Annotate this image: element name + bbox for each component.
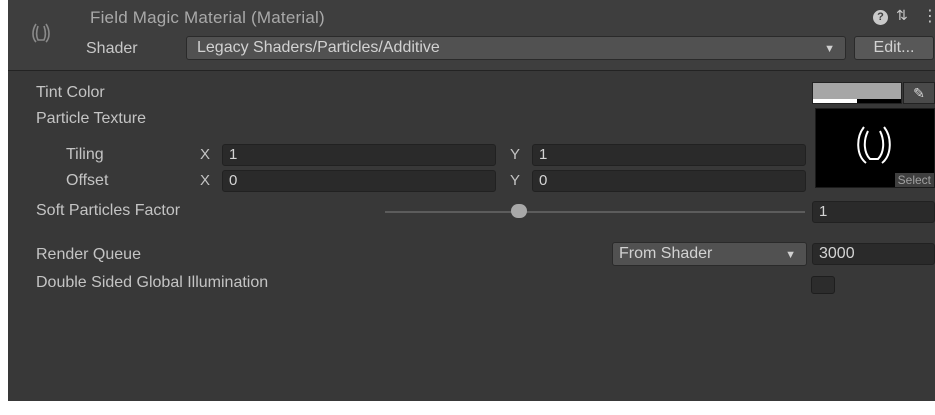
kebab-menu-icon[interactable]: ⋮ <box>922 6 935 26</box>
frame-left-border <box>0 0 8 415</box>
material-icon <box>32 23 50 43</box>
alpha-bar-rest <box>857 99 901 103</box>
tiling-label: Tiling <box>66 146 104 163</box>
preset-icon[interactable]: ⇅ <box>896 7 908 24</box>
texture-slot[interactable]: Select <box>815 108 935 188</box>
chevron-down-icon: ▼ <box>785 249 796 261</box>
offset-y-axis-label: Y <box>510 172 521 189</box>
soft-particles-label: Soft Particles Factor <box>36 202 181 219</box>
shader-dropdown[interactable]: Legacy Shaders/Particles/Additive ▼ <box>186 36 846 60</box>
offset-x-field[interactable]: 0 <box>222 170 496 192</box>
render-queue-value-field[interactable]: 3000 <box>812 243 935 265</box>
offset-y-field[interactable]: 0 <box>532 170 806 192</box>
offset-label: Offset <box>66 172 109 189</box>
edit-shader-button[interactable]: Edit... <box>854 36 934 60</box>
render-queue-dropdown[interactable]: From Shader ▼ <box>612 242 807 266</box>
alpha-bar <box>813 99 857 103</box>
tiling-x-axis-label: X <box>200 146 211 163</box>
tiling-x-field[interactable]: 1 <box>222 144 496 166</box>
shader-label: Shader <box>86 40 138 57</box>
eyedropper-icon[interactable]: ✎ <box>903 82 935 104</box>
offset-x-axis-label: X <box>200 172 211 189</box>
tiling-y-field[interactable]: 1 <box>532 144 806 166</box>
tint-color-swatch[interactable] <box>812 82 902 104</box>
soft-particles-slider-thumb[interactable] <box>511 204 528 218</box>
chevron-down-icon: ▼ <box>824 43 835 55</box>
render-queue-mode: From Shader <box>619 245 713 262</box>
tint-color-label: Tint Color <box>36 84 105 101</box>
particle-texture-label: Particle Texture <box>36 110 146 127</box>
material-title: Field Magic Material (Material) <box>90 8 325 27</box>
soft-particles-slider[interactable] <box>385 211 805 213</box>
frame-bottom-border <box>0 401 935 415</box>
soft-particles-value-field[interactable]: 1 <box>812 201 935 223</box>
texture-select-button[interactable]: Select <box>894 173 934 187</box>
double-sided-gi-checkbox[interactable] <box>811 276 835 294</box>
render-queue-label: Render Queue <box>36 246 141 263</box>
tiling-y-axis-label: Y <box>510 146 521 163</box>
help-icon[interactable]: ? <box>873 10 888 25</box>
material-header: Field Magic Material (Material) Shader L… <box>8 0 935 71</box>
shader-value: Legacy Shaders/Particles/Additive <box>197 39 440 56</box>
texture-preview-icon <box>857 126 891 164</box>
double-sided-gi-label: Double Sided Global Illumination <box>36 274 269 291</box>
